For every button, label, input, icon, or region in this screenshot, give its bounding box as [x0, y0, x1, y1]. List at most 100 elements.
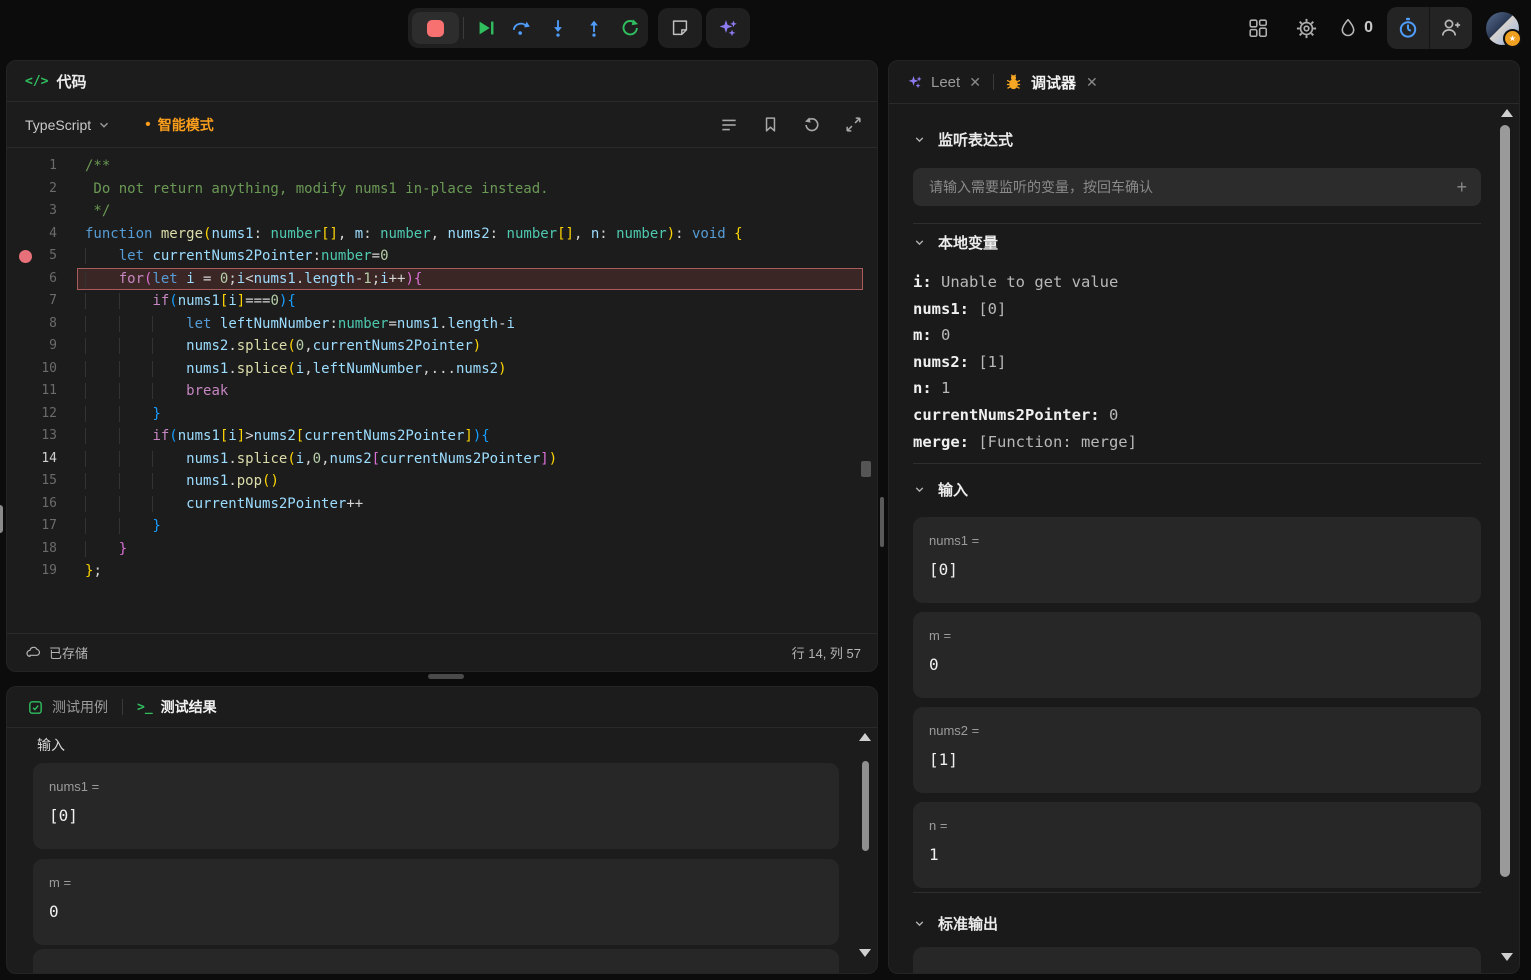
- input-field-card[interactable]: m =0: [33, 859, 839, 945]
- code-line[interactable]: nums1.splice(i,leftNumNumber,...nums2): [77, 358, 863, 381]
- input-field-card[interactable]: nums1 =[0]: [913, 517, 1481, 603]
- locals-section-header[interactable]: 本地变量: [913, 232, 998, 253]
- avatar[interactable]: ★: [1486, 12, 1519, 45]
- code-line[interactable]: if(nums1[i]===0){: [77, 290, 863, 313]
- code-line[interactable]: let leftNumNumber:number=nums1.length-i: [77, 313, 863, 336]
- streak-indicator[interactable]: 0: [1337, 17, 1373, 39]
- line-number[interactable]: 9: [7, 335, 57, 358]
- code-line[interactable]: for(let i = 0;i<nums1.length-1;i++){: [77, 268, 863, 291]
- reset-code-button[interactable]: [802, 115, 822, 135]
- step-into-button[interactable]: [540, 8, 576, 48]
- horizontal-resize-handle[interactable]: [428, 674, 464, 679]
- code-token: ): [498, 361, 506, 377]
- avatar-badge-star-icon: ★: [1503, 29, 1522, 48]
- line-number[interactable]: 1: [7, 155, 57, 178]
- stop-button[interactable]: [412, 12, 459, 44]
- smart-mode-toggle[interactable]: • 智能模式: [145, 115, 214, 135]
- field-value[interactable]: 0: [929, 655, 1465, 674]
- field-value[interactable]: [0]: [49, 806, 823, 825]
- line-number[interactable]: 3: [7, 200, 57, 223]
- scrollbar-thumb[interactable]: [862, 761, 869, 851]
- tab-test-result[interactable]: >_ 测试结果: [137, 697, 217, 717]
- language-selector[interactable]: TypeScript: [25, 117, 111, 133]
- line-number[interactable]: 18: [7, 538, 57, 561]
- input-field-card-partial[interactable]: [33, 949, 839, 974]
- close-icon[interactable]: ✕: [967, 74, 983, 91]
- line-number[interactable]: 4: [7, 223, 57, 246]
- restart-button[interactable]: [612, 8, 648, 48]
- code-token: {: [287, 293, 295, 309]
- editor-scrollbar-thumb[interactable]: [861, 461, 871, 477]
- code-line[interactable]: Do not return anything, modify nums1 in-…: [77, 178, 863, 201]
- line-number[interactable]: 11: [7, 380, 57, 403]
- ai-assistant-button[interactable]: [706, 8, 750, 48]
- line-number[interactable]: 10: [7, 358, 57, 381]
- code-line[interactable]: }: [77, 403, 863, 426]
- line-number[interactable]: 19: [7, 560, 57, 583]
- tab-debugger[interactable]: 调试器 ✕: [1004, 72, 1100, 93]
- field-value[interactable]: 1: [929, 845, 1465, 864]
- timer-button[interactable]: [1387, 7, 1429, 49]
- code-line[interactable]: if(nums1[i]>nums2[currentNums2Pointer]){: [77, 425, 863, 448]
- watch-expression-input[interactable]: [927, 178, 1456, 196]
- code-token: nums2: [448, 226, 490, 242]
- field-value[interactable]: 0: [49, 902, 823, 921]
- line-number[interactable]: 8: [7, 313, 57, 336]
- watch-section-header[interactable]: 监听表达式: [913, 129, 1013, 150]
- code-line[interactable]: */: [77, 200, 863, 223]
- line-number[interactable]: 15: [7, 470, 57, 493]
- continue-button[interactable]: [468, 8, 504, 48]
- line-number[interactable]: 13: [7, 425, 57, 448]
- input-field-card[interactable]: n =1: [913, 802, 1481, 888]
- input-field-card[interactable]: nums1 =[0]: [33, 763, 839, 849]
- close-icon[interactable]: ✕: [1084, 74, 1100, 91]
- code-line[interactable]: function merge(nums1: number[], m: numbe…: [77, 223, 863, 246]
- scroll-up-arrow[interactable]: [859, 733, 871, 741]
- code-line[interactable]: nums1.splice(i,0,nums2[currentNums2Point…: [77, 448, 863, 471]
- left-edge-resize-handle[interactable]: [0, 505, 3, 533]
- input-field-card[interactable]: m =0: [913, 612, 1481, 698]
- vertical-resize-handle[interactable]: [880, 497, 884, 547]
- input-field-card[interactable]: nums2 =[1]: [913, 707, 1481, 793]
- field-value[interactable]: [0]: [929, 560, 1465, 579]
- code-line[interactable]: nums2.splice(0,currentNums2Pointer): [77, 335, 863, 358]
- line-number[interactable]: 12: [7, 403, 57, 426]
- code-token: nums2: [456, 361, 498, 377]
- format-code-button[interactable]: [719, 115, 739, 135]
- step-over-button[interactable]: [504, 8, 540, 48]
- notes-button[interactable]: [658, 8, 702, 48]
- code-line[interactable]: }: [77, 515, 863, 538]
- scroll-down-arrow[interactable]: [859, 949, 871, 957]
- code-token: (: [287, 451, 295, 467]
- line-number[interactable]: 6: [7, 268, 57, 291]
- field-value[interactable]: [1]: [929, 750, 1465, 769]
- code-line[interactable]: break: [77, 380, 863, 403]
- tab-leet[interactable]: Leet ✕: [906, 73, 983, 91]
- code-line[interactable]: }: [77, 538, 863, 561]
- scroll-down-arrow[interactable]: [1501, 953, 1513, 961]
- code-line[interactable]: currentNums2Pointer++: [77, 493, 863, 516]
- invite-button[interactable]: [1430, 7, 1472, 49]
- add-watch-icon[interactable]: +: [1456, 177, 1467, 198]
- code-line[interactable]: let currentNums2Pointer:number=0: [77, 245, 863, 268]
- settings-button[interactable]: [1289, 11, 1323, 45]
- code-line[interactable]: /**: [77, 155, 863, 178]
- code-line[interactable]: };: [77, 560, 863, 583]
- bookmark-button[interactable]: [761, 115, 780, 134]
- line-number[interactable]: 2: [7, 178, 57, 201]
- layout-button[interactable]: [1241, 11, 1275, 45]
- line-number[interactable]: 14: [7, 448, 57, 471]
- code-editor[interactable]: 12345678910111213141516171819 /** Do not…: [7, 148, 877, 634]
- tab-test-case[interactable]: 测试用例: [27, 697, 108, 717]
- scroll-up-arrow[interactable]: [1501, 109, 1513, 117]
- line-number[interactable]: 7: [7, 290, 57, 313]
- line-number[interactable]: 5: [7, 245, 57, 268]
- stdout-section-header[interactable]: 标准输出: [913, 913, 998, 934]
- code-line[interactable]: nums1.pop(): [77, 470, 863, 493]
- input-section-header[interactable]: 输入: [913, 479, 968, 500]
- line-number[interactable]: 17: [7, 515, 57, 538]
- scrollbar-thumb[interactable]: [1500, 125, 1510, 877]
- line-number[interactable]: 16: [7, 493, 57, 516]
- expand-editor-button[interactable]: [844, 115, 863, 134]
- step-out-button[interactable]: [576, 8, 612, 48]
